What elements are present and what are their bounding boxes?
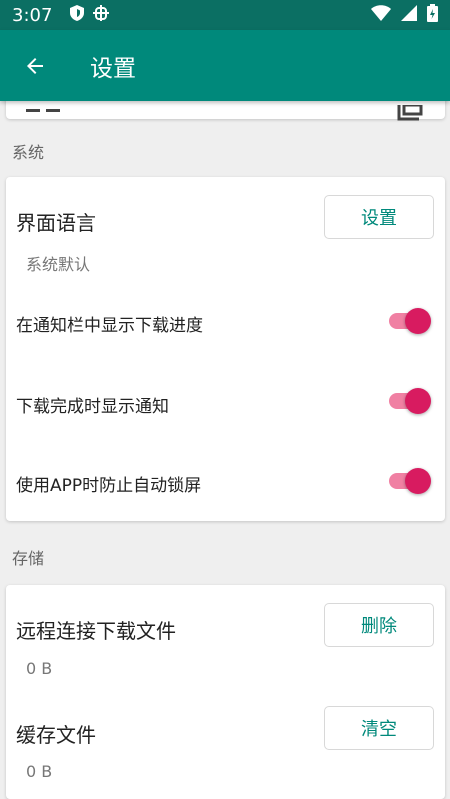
back-button[interactable]	[0, 30, 70, 101]
page-title: 设置	[90, 55, 136, 82]
wifi-icon	[371, 4, 391, 26]
switch-thumb	[405, 388, 431, 414]
cache-files-title: 缓存文件	[16, 723, 96, 747]
bug-icon	[92, 4, 110, 27]
app-bar: 设置	[0, 30, 450, 101]
remote-files-title: 远程连接下载文件	[16, 619, 176, 643]
partial-text-fragment	[26, 109, 60, 112]
download-complete-switch[interactable]	[389, 388, 431, 414]
language-title: 界面语言	[16, 211, 96, 235]
switch-thumb	[405, 468, 431, 494]
switch-thumb	[405, 308, 431, 334]
previous-card	[6, 101, 445, 121]
section-label-storage: 存储	[12, 549, 45, 568]
status-time: 3:07	[12, 4, 53, 26]
delete-button[interactable]: 删除	[324, 603, 434, 647]
clear-button[interactable]: 清空	[324, 706, 434, 750]
download-progress-switch[interactable]	[389, 308, 431, 334]
toggle-label: 使用APP时防止自动锁屏	[16, 476, 202, 496]
system-card: 界面语言 设置 系统默认 在通知栏中显示下载进度 下载完成时显示通知 使用APP…	[6, 177, 445, 521]
toggle-label: 下载完成时显示通知	[16, 397, 169, 417]
storage-card: 远程连接下载文件 删除 0 B 缓存文件 清空 0 B	[6, 585, 445, 799]
settings-content[interactable]: 系统 界面语言 设置 系统默认 在通知栏中显示下载进度 下载完成时显示通知 使用…	[0, 101, 450, 799]
keep-awake-switch[interactable]	[389, 468, 431, 494]
language-value: 系统默认	[26, 255, 91, 274]
remote-files-size: 0 B	[26, 659, 53, 678]
shield-icon	[70, 4, 85, 26]
signal-icon	[401, 4, 417, 26]
arrow-left-icon	[27, 57, 43, 74]
language-settings-button[interactable]: 设置	[324, 195, 434, 239]
section-label-system: 系统	[12, 143, 45, 162]
status-bar: 3:07	[0, 0, 450, 30]
copy-icon	[397, 105, 423, 121]
battery-icon	[427, 3, 438, 27]
cache-files-size: 0 B	[26, 762, 53, 781]
toggle-label: 在通知栏中显示下载进度	[16, 316, 203, 336]
